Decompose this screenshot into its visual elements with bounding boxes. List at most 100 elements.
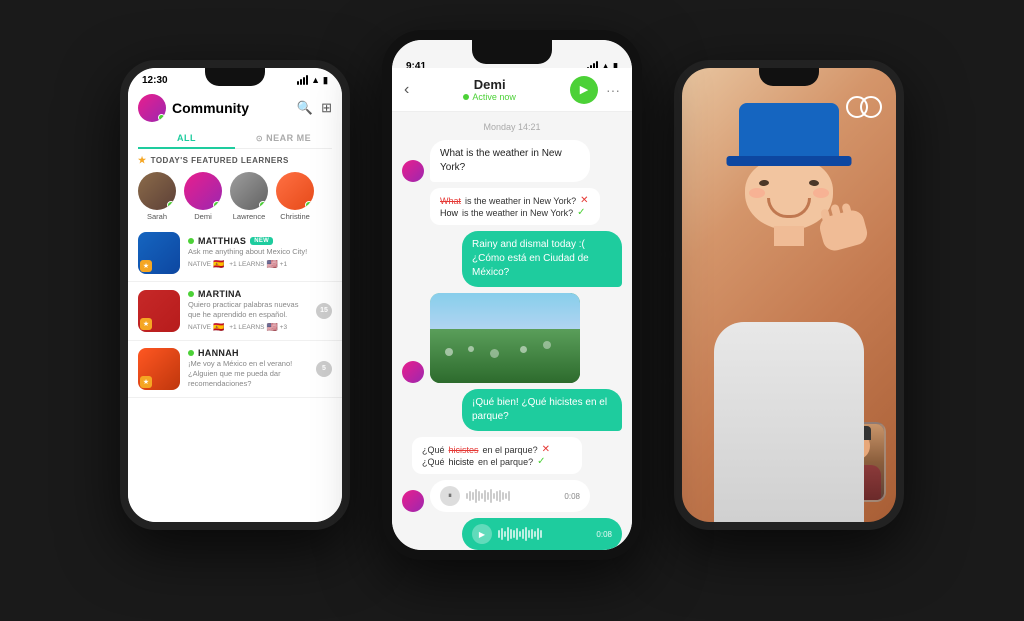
user-info-martina: MARTINA Quiero practicar palabras nuevas… (188, 289, 308, 333)
active-dot (463, 94, 469, 100)
chat-partner-name: Demi (417, 77, 562, 92)
featured-person-christine[interactable]: Christine (276, 172, 314, 221)
play-button-sent[interactable]: ▶ (472, 524, 492, 544)
wb1 (466, 493, 468, 499)
user-name-hannah: HANNAH (198, 348, 239, 358)
waveform-sent (498, 524, 590, 544)
wifi-icon: ▲ (311, 75, 320, 85)
signal-bar-1 (297, 81, 299, 85)
date-divider: Monday 14:21 (402, 122, 622, 132)
wb2 (469, 491, 471, 501)
left-eye (759, 180, 769, 187)
partner-avatar-2 (402, 361, 424, 383)
ws8 (519, 531, 521, 537)
wb10 (493, 493, 495, 499)
wb3 (472, 492, 474, 500)
check-mark-2: ✓ (537, 456, 545, 467)
signal-bar-3 (303, 77, 305, 85)
audio-player-sent[interactable]: ▶ (462, 518, 622, 550)
correction2-correct: ¿Qué hiciste en el parque? ✓ (422, 456, 572, 467)
community-title: Community (172, 100, 291, 116)
wb15 (508, 491, 510, 501)
back-button[interactable]: ‹ (404, 81, 409, 99)
correction2-prefix: ¿Qué (422, 445, 445, 455)
user-name-matthias: MATTHIAS (198, 236, 246, 246)
right-eye (809, 180, 819, 187)
ws9 (522, 529, 524, 539)
park-person-3 (490, 349, 499, 358)
wb14 (505, 493, 507, 499)
correction2-wrong: ¿Qué hicistes en el parque? ✕ (422, 444, 572, 455)
user-name-martina: MARTINA (198, 289, 242, 299)
star-badge-martina: ★ (140, 318, 152, 330)
msg-row-audio-sent: ▶ (402, 518, 622, 550)
msg-row-sent-2: ¡Qué bien! ¿Qué hicistes en el parque? (402, 389, 622, 431)
chat-screen: 9:41 ▲ ▮ ‹ Demi Active now (392, 40, 632, 550)
user-name-row-matthias: MATTHIAS NEW (188, 236, 332, 246)
msg-row-received-1: What is the weather in New York? (402, 140, 622, 182)
park-person-2 (468, 346, 474, 352)
online-dot-demi (213, 201, 221, 209)
ws1 (498, 530, 500, 538)
community-header: Community 🔍 ⊞ (128, 90, 342, 128)
play-icon: ▶ (479, 530, 485, 539)
list-item-matthias[interactable]: ★ MATTHIAS NEW Ask me anything about Mex… (128, 225, 342, 282)
video-call-button[interactable]: ▶ (570, 76, 598, 104)
online-dot-hannah (188, 350, 194, 356)
audio-player-received[interactable]: ⏸ (430, 480, 590, 512)
featured-person-lawrence[interactable]: Lawrence (230, 172, 268, 221)
wb13 (502, 492, 504, 500)
filter-icon[interactable]: ⊞ (321, 100, 332, 116)
online-indicator (158, 114, 165, 121)
featured-person-sarah[interactable]: Sarah (138, 172, 176, 221)
ws10 (525, 527, 527, 541)
featured-person-demi[interactable]: Demi (184, 172, 222, 221)
msg-row-image (402, 293, 622, 383)
search-icon[interactable]: 🔍 (297, 100, 313, 116)
featured-label: ★ TODAY'S FEATURED LEARNERS (138, 155, 332, 166)
partner-avatar-3 (402, 490, 424, 512)
partner-avatar (402, 160, 424, 182)
video-icon: ▶ (580, 83, 588, 96)
correct-word-2: hiciste (449, 457, 475, 467)
chat-image-inner (430, 293, 580, 383)
star-badge-hannah: ★ (140, 376, 152, 388)
more-options-button[interactable]: ··· (606, 82, 620, 98)
ws12 (531, 529, 533, 539)
wb5 (478, 491, 480, 501)
user-name-row-martina: MARTINA (188, 289, 308, 299)
user-bio-matthias: Ask me anything about Mexico City! (188, 247, 332, 257)
message-bubble-sent-1: Rainy and dismal today :( ¿Cómo está en … (462, 231, 622, 287)
user-flags-martina: NATIVE 🇪🇸 +1 LEARNS 🇺🇸 +3 (188, 322, 308, 333)
online-dot-christine (305, 201, 313, 209)
left-notch (205, 68, 265, 86)
ws14 (537, 528, 539, 540)
correction2-correct-suffix: en el parque? (478, 457, 533, 467)
park-person-1 (445, 348, 453, 356)
wrong-word: What (440, 196, 461, 206)
ws15 (540, 530, 542, 538)
pause-button[interactable]: ⏸ (440, 486, 460, 506)
featured-name-lawrence: Lawrence (233, 212, 266, 221)
user-flags-matthias: NATIVE 🇪🇸 +1 LEARNS 🇺🇸 +1 (188, 259, 332, 270)
user-bio-martina: Quiero practicar palabras nuevas que he … (188, 300, 308, 320)
time-left: 12:30 (142, 75, 168, 86)
chat-messages: Monday 14:21 What is the weather in New … (392, 112, 632, 550)
finger-1 (820, 208, 832, 225)
correction-box-2: ¿Qué hicistes en el parque? ✕ ¿Qué hicis… (412, 437, 582, 474)
hand (817, 208, 870, 253)
user-name-row-hannah: HANNAH (188, 348, 308, 358)
signal-bars (297, 75, 308, 85)
new-badge-matthias: NEW (250, 237, 273, 245)
user-info-hannah: HANNAH ¡Me voy a México en el verano! ¿A… (188, 348, 308, 388)
ws4 (507, 527, 509, 541)
correction-box-1: What is the weather in New York? ✕ How i… (430, 188, 600, 225)
list-item-martina[interactable]: ★ MARTINA Quiero practicar palabras nuev… (128, 282, 342, 341)
smile (767, 198, 811, 218)
star-badge-matthias: ★ (140, 260, 152, 272)
tab-near-me[interactable]: ⊙ NEAR ME (235, 128, 332, 148)
tab-all[interactable]: ALL (138, 128, 235, 148)
ws11 (528, 530, 530, 538)
wb8 (487, 492, 489, 500)
list-item-hannah[interactable]: ★ HANNAH ¡Me voy a México en el verano! … (128, 341, 342, 398)
